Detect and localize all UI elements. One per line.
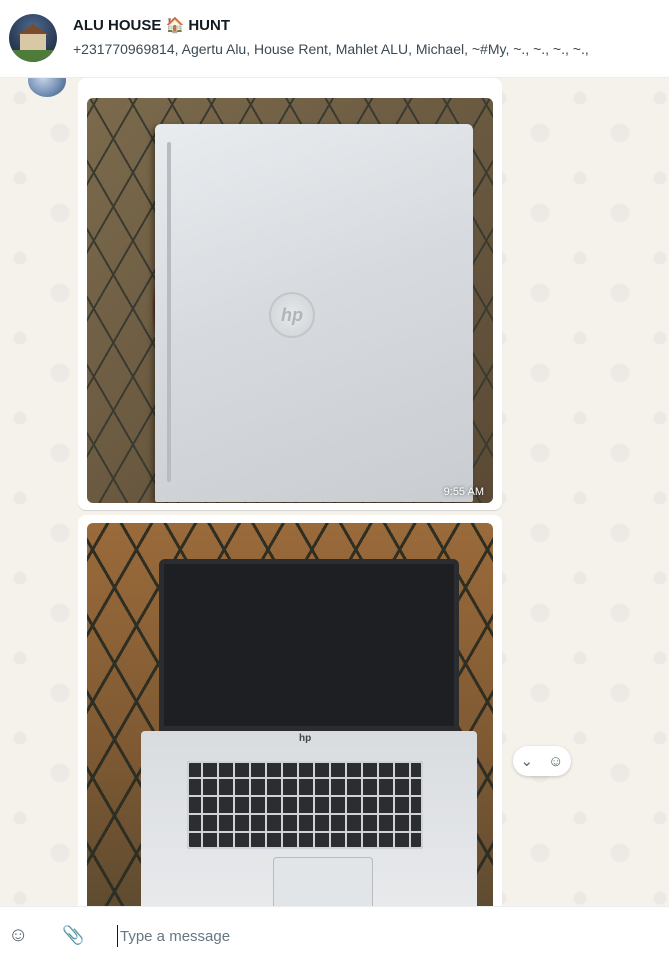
sender-avatar[interactable] bbox=[28, 78, 66, 97]
message-bubble[interactable]: hp 9:55 AM bbox=[78, 78, 502, 510]
group-avatar[interactable] bbox=[9, 14, 57, 62]
avatar-house bbox=[20, 34, 46, 50]
emoji-reaction-icon[interactable]: ☺ bbox=[548, 754, 563, 769]
lid-edge bbox=[167, 142, 171, 482]
laptop-closed-photo[interactable]: hp 9:55 AM bbox=[87, 98, 493, 503]
emoji-icon[interactable]: ☺ bbox=[8, 925, 28, 945]
avatar-lawn bbox=[9, 50, 57, 62]
laptop-lid: hp bbox=[155, 124, 473, 502]
chat-area[interactable]: hp 9:55 AM hp bbox=[0, 78, 669, 906]
laptop-base: hp bbox=[141, 731, 477, 906]
attach-icon[interactable]: 📎 bbox=[62, 925, 84, 945]
message-time: 9:55 AM bbox=[443, 486, 484, 498]
hp-logo-icon: hp bbox=[269, 292, 315, 338]
message-bubble[interactable]: hp bbox=[78, 515, 502, 906]
chat-header[interactable]: ALU HOUSE 🏠 HUNT +231770969814, Agertu A… bbox=[0, 0, 669, 78]
composer: ☺ 📎 bbox=[0, 906, 669, 962]
laptop-screen bbox=[159, 559, 459, 731]
laptop-touchpad bbox=[273, 857, 373, 906]
group-members[interactable]: +231770969814, Agertu Alu, House Rent, M… bbox=[73, 41, 669, 57]
laptop-open-photo[interactable]: hp bbox=[87, 523, 493, 906]
hp-logo-icon: hp bbox=[299, 733, 312, 744]
chevron-down-icon[interactable]: ⌄ bbox=[521, 754, 534, 769]
message-actions[interactable]: ⌄ ☺ bbox=[513, 746, 571, 776]
laptop-keyboard bbox=[187, 761, 423, 849]
group-title[interactable]: ALU HOUSE 🏠 HUNT bbox=[73, 16, 230, 34]
message-input[interactable] bbox=[117, 925, 657, 947]
